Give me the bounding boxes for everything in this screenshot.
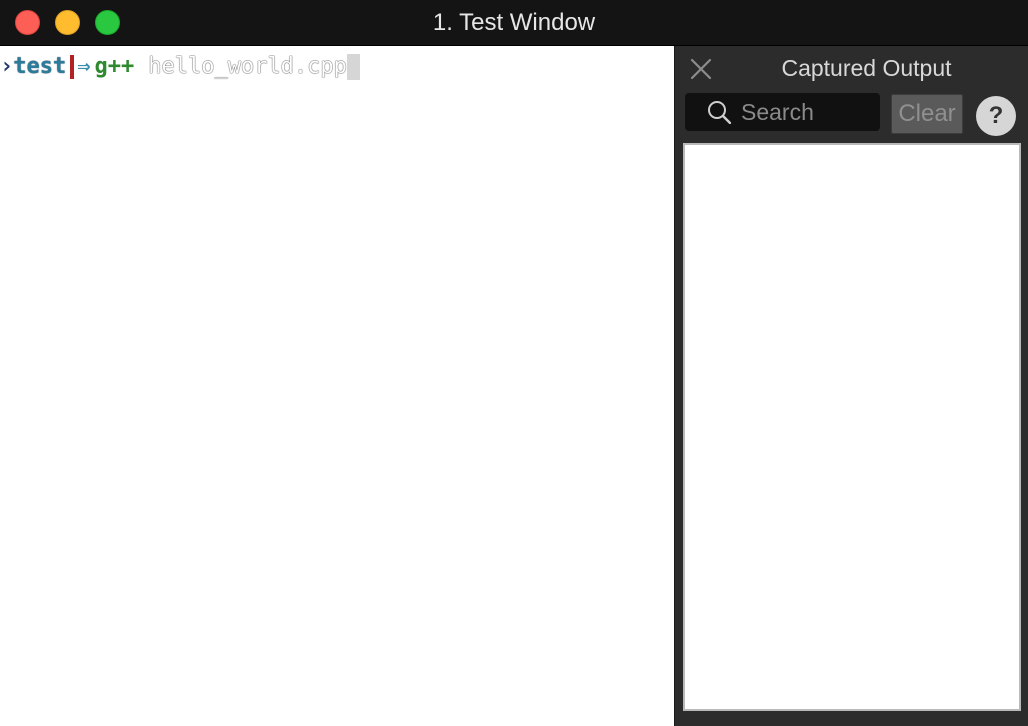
clear-button[interactable]: Clear (891, 94, 963, 134)
prompt-arrow: › (0, 54, 14, 79)
help-button[interactable]: ? (976, 96, 1016, 136)
panel-title: Captured Output (781, 55, 952, 81)
command-argument: hello_world.cpp (148, 54, 347, 79)
text-cursor (346, 54, 360, 80)
prompt-directory: test (13, 54, 67, 79)
prompt-symbol: ⇒ (77, 54, 91, 79)
command-name: g++ (94, 54, 135, 79)
captured-output-panel: Captured Output Clear ? (674, 46, 1028, 726)
terminal-window: 1. Test Window › test ⇒ g++ hello_world.… (0, 0, 1028, 726)
search-field[interactable] (685, 93, 880, 131)
search-input[interactable] (741, 97, 871, 127)
prompt-separator (70, 55, 75, 79)
search-icon (707, 100, 732, 125)
captured-output-list[interactable] (683, 143, 1021, 711)
close-icon[interactable] (688, 56, 714, 82)
terminal-pane[interactable]: › test ⇒ g++ hello_world.cpp (0, 46, 674, 726)
command-line: › test ⇒ g++ hello_world.cpp (0, 53, 360, 81)
window-title: 1. Test Window (432, 9, 596, 36)
title-bar[interactable]: 1. Test Window (0, 0, 1028, 46)
